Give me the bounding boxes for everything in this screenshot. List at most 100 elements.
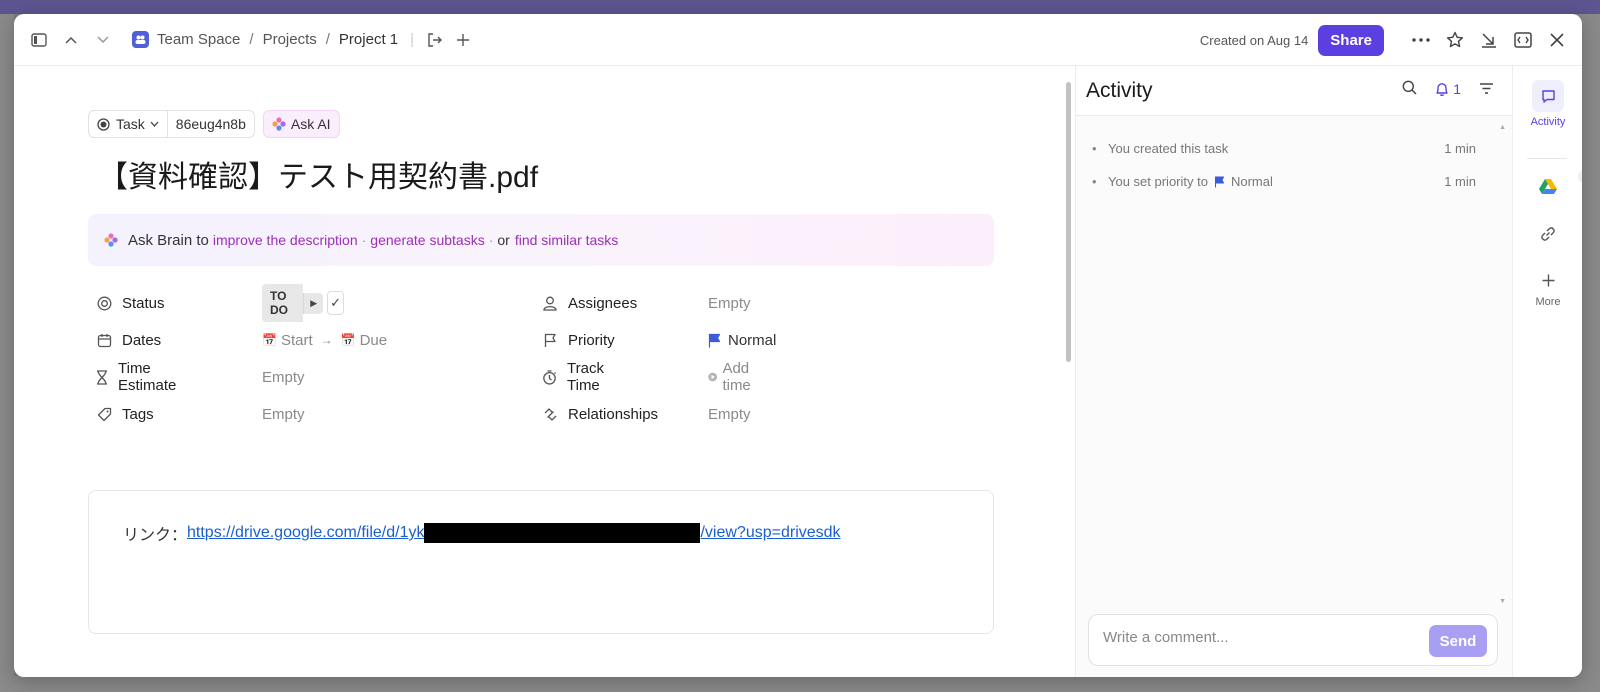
notification-count: 1	[1453, 81, 1461, 97]
description-line: リンク： https://drive.google.com/file/d/1yk…	[123, 521, 841, 545]
or-text: or	[497, 232, 510, 248]
scrollbar-thumb[interactable]	[1066, 82, 1071, 362]
star-icon[interactable]	[1442, 27, 1468, 53]
share-button[interactable]: Share	[1318, 24, 1384, 56]
dates-value: 📅 Start → 📅 Due	[262, 327, 387, 353]
minimize-icon[interactable]	[1476, 27, 1502, 53]
add-icon[interactable]	[450, 27, 476, 53]
task-type-dropdown[interactable]: Task	[89, 111, 167, 137]
task-type-icon	[97, 117, 110, 131]
send-button[interactable]: Send	[1429, 625, 1487, 657]
task-topbar: Team Space / Projects / Project 1 | Crea…	[14, 14, 1582, 66]
status-value: TO DO ▶ ✓	[262, 284, 344, 322]
task-title[interactable]: 【資料確認】テスト用契約書.pdf	[98, 152, 538, 196]
activity-time: 1 min	[1444, 141, 1476, 156]
activity-text: You set priority to	[1108, 174, 1208, 189]
next-status-icon[interactable]: ▶	[303, 292, 324, 314]
activity-header: Activity 1	[1076, 66, 1512, 116]
find-similar-tasks-link[interactable]: find similar tasks	[515, 232, 618, 248]
rail-more-label: More	[1535, 296, 1561, 308]
track-time-value[interactable]: Add time	[708, 360, 757, 394]
generate-subtasks-link[interactable]: generate subtasks	[370, 232, 484, 248]
activity-panel: Activity 1 ▲ • You created this task 1 m…	[1076, 66, 1512, 677]
status-pill: TO DO ▶ ✓	[262, 284, 344, 322]
ask-ai-label: Ask AI	[290, 116, 331, 132]
move-task-icon[interactable]	[422, 27, 448, 53]
rail-activity[interactable]: Activity	[1513, 80, 1582, 128]
task-type-label: Task	[116, 116, 145, 132]
scroll-down-arrow[interactable]: ▼	[1499, 598, 1506, 605]
comment-input[interactable]	[1103, 629, 1403, 646]
team-space-icon	[132, 31, 149, 48]
search-icon[interactable]	[1402, 80, 1417, 98]
breadcrumb-separator: /	[325, 31, 330, 48]
activity-item: • You set priority to Normal 1 min	[1092, 165, 1476, 198]
improve-description-link[interactable]: improve the description	[213, 232, 358, 248]
notifications-button[interactable]: 1	[1435, 81, 1461, 97]
comment-box: Send	[1088, 614, 1498, 666]
task-modal: Team Space / Projects / Project 1 | Crea…	[14, 14, 1582, 677]
hourglass-icon	[96, 369, 108, 385]
status-button[interactable]: TO DO	[262, 284, 304, 322]
relationships-label: Relationships	[568, 405, 659, 423]
chevron-up-icon[interactable]	[58, 27, 84, 53]
breadcrumb-team-space[interactable]: Team Space	[157, 31, 240, 48]
ai-sparkle-icon	[104, 233, 118, 247]
drive-link-start[interactable]: https://drive.google.com/file/d/1yk	[187, 524, 424, 542]
assignees-value[interactable]: Empty	[708, 290, 751, 316]
separator-dot: ·	[361, 232, 367, 248]
relationships-icon	[542, 407, 558, 422]
calendar-icon	[96, 333, 112, 348]
backdrop-notification-bar	[0, 0, 1600, 14]
tags-value[interactable]: Empty	[262, 401, 305, 427]
breadcrumb-projects[interactable]: Projects	[263, 31, 317, 48]
breadcrumb-separator: /	[249, 31, 254, 48]
track-time-label: Track Time	[567, 360, 604, 394]
complete-check-icon[interactable]: ✓	[327, 291, 344, 315]
rail-google-drive[interactable]: 1	[1513, 170, 1582, 199]
backdrop-left	[0, 14, 14, 692]
breadcrumb-divider: |	[410, 31, 415, 48]
link-prefix: リンク：	[123, 527, 188, 544]
close-icon[interactable]	[1544, 27, 1570, 53]
rail-more[interactable]: More	[1513, 274, 1582, 308]
task-id[interactable]: 86eug4n8b	[166, 111, 254, 137]
status-label: Status	[122, 294, 165, 312]
activity-item: • You created this task 1 min	[1092, 132, 1476, 165]
status-icon	[96, 296, 112, 311]
expand-icon[interactable]	[1510, 27, 1536, 53]
start-date[interactable]: Start	[281, 332, 313, 349]
rail-link[interactable]	[1513, 226, 1582, 242]
scroll-up-arrow[interactable]: ▲	[1499, 124, 1506, 131]
priority-value[interactable]: Normal	[708, 327, 776, 353]
backdrop-bottom	[0, 676, 1600, 692]
plus-icon	[1542, 274, 1554, 287]
separator-dot: ·	[488, 232, 494, 248]
tags-label: Tags	[122, 405, 154, 423]
ask-ai-button[interactable]: Ask AI	[262, 110, 340, 138]
task-description[interactable]: リンク： https://drive.google.com/file/d/1yk…	[88, 490, 994, 634]
bullet: •	[1092, 174, 1097, 189]
activity-tools: 1	[1402, 80, 1494, 98]
ask-brain-bar: Ask Brain to improve the description · g…	[88, 214, 994, 266]
content-scrollbar[interactable]	[1066, 74, 1071, 664]
drive-link-end[interactable]: /view?usp=drivesdk	[700, 524, 840, 542]
created-date: Created on Aug 14	[1199, 32, 1309, 48]
right-rail: Activity 1 More	[1512, 66, 1582, 677]
task-content: Task 86eug4n8b Ask AI 【資料確認】テスト用契約書.pdf …	[14, 66, 1080, 677]
relationships-field: Relationships	[542, 401, 658, 427]
due-date[interactable]: Due	[360, 332, 388, 349]
breadcrumb-project-1[interactable]: Project 1	[339, 31, 398, 48]
redacted-block	[424, 523, 701, 543]
rail-separator	[1527, 158, 1567, 159]
task-chips: Task 86eug4n8b Ask AI	[88, 110, 340, 138]
filter-icon[interactable]	[1479, 81, 1494, 97]
due-date-icon: 📅	[340, 333, 356, 347]
relationships-value[interactable]: Empty	[708, 401, 751, 427]
time-estimate-value[interactable]: Empty	[262, 364, 305, 390]
chevron-down-icon[interactable]	[90, 27, 116, 53]
user-icon	[542, 296, 558, 311]
dates-label: Dates	[122, 331, 162, 349]
sidebar-toggle-icon[interactable]	[26, 27, 52, 53]
more-options-icon[interactable]	[1408, 27, 1434, 53]
